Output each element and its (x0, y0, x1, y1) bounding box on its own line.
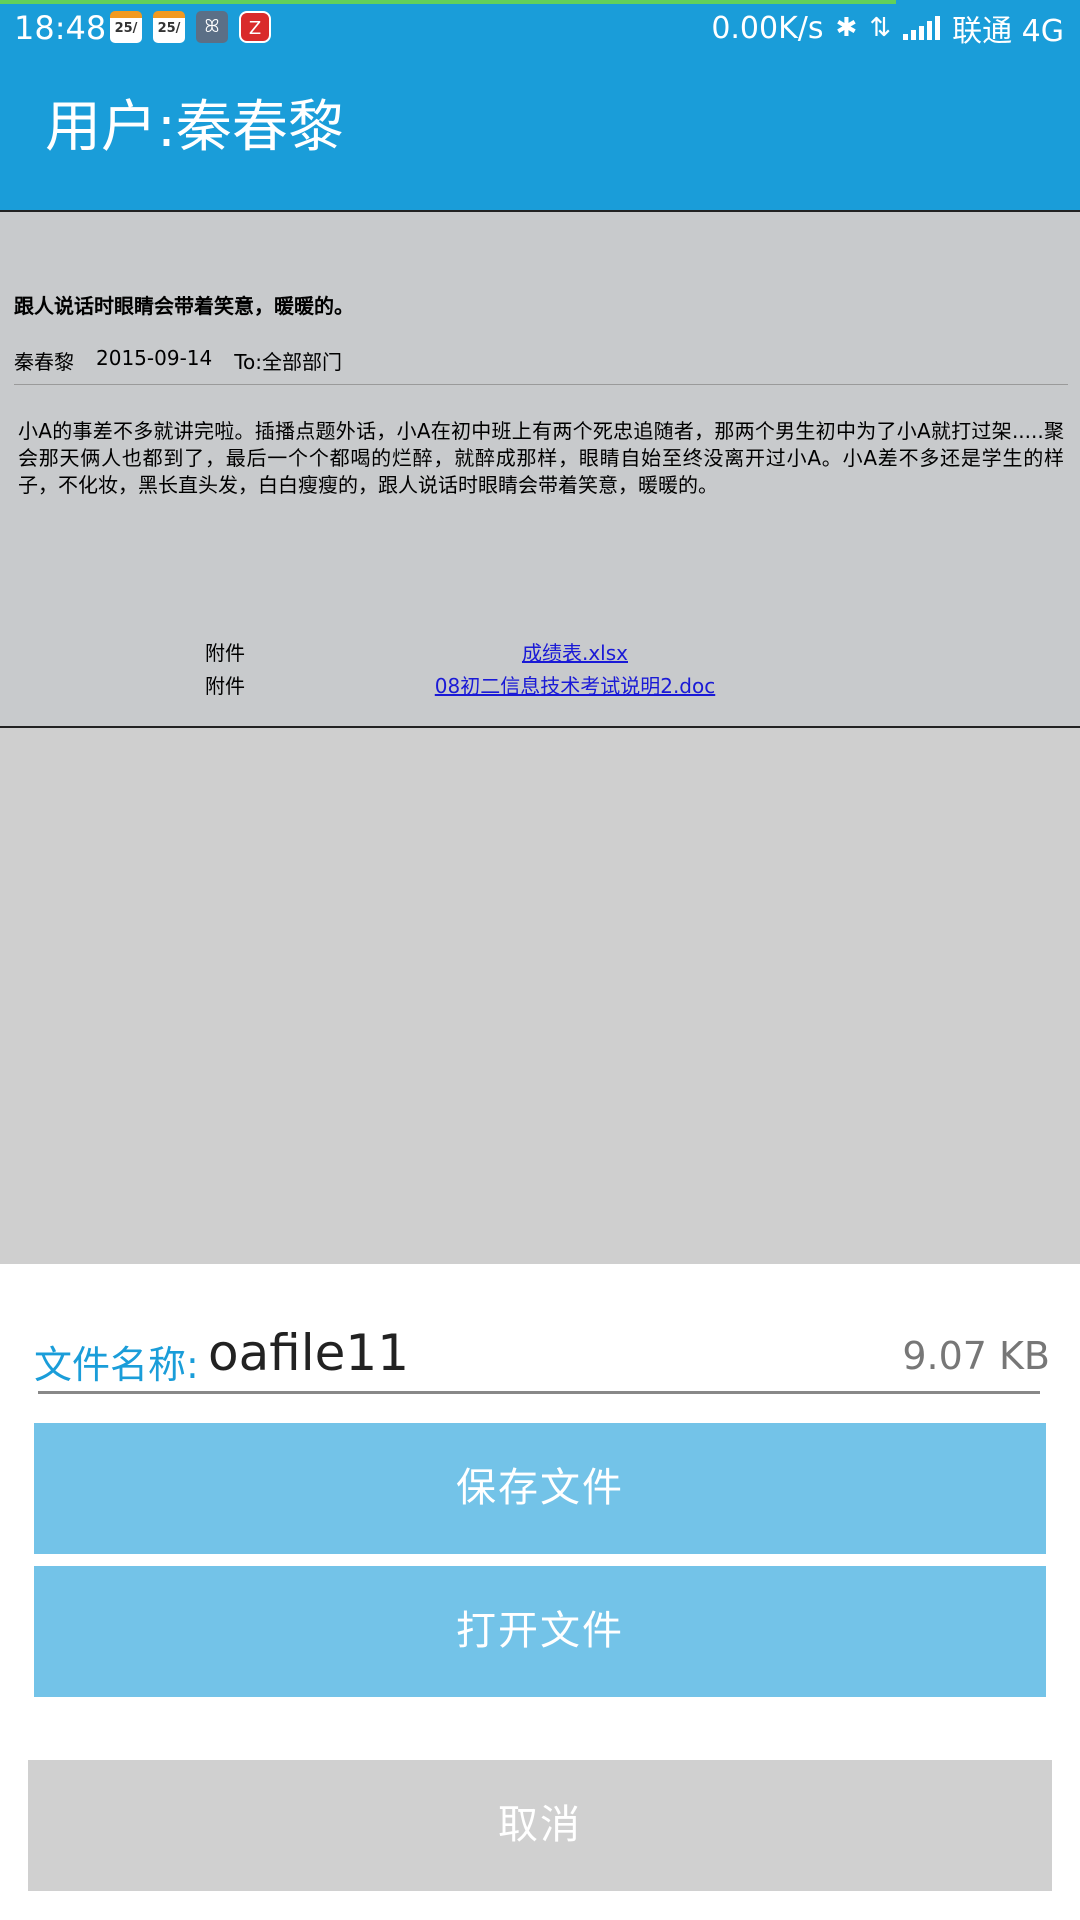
attachment-row: 附件 08初二信息技术考试说明2.doc (0, 670, 1080, 700)
status-time: 18:48 (14, 9, 107, 47)
page-load-progress-bar (0, 0, 897, 4)
attachment-label: 附件 (205, 641, 245, 665)
network-speed: 0.00K/s (711, 10, 824, 46)
screen: 18:48 25/ 25/ ꕤ Z 0.00K/s ✱ ⇅ 联通 4G 用户:秦… (0, 0, 1080, 1920)
divider (14, 384, 1068, 385)
signal-strength-icon (903, 16, 941, 40)
cancel-button[interactable]: 取消 (28, 1760, 1052, 1891)
file-action-sheet: 文件名称: oafile11 9.07 KB 保存文件 打开文件 取消 (0, 1264, 1080, 1920)
save-file-button[interactable]: 保存文件 (34, 1423, 1046, 1554)
post-meta: 秦春黎 2015-09-14 To:全部部门 (14, 346, 342, 375)
carrier-label: 联通 4G (952, 14, 1064, 49)
data-transfer-icon: ⇅ (869, 13, 892, 43)
file-name-value: oafile11 (208, 1324, 410, 1382)
calendar-notification-icon: 25/ (153, 11, 185, 43)
zhi-notification-icon: Z (239, 11, 271, 43)
page-title: 用户:秦春黎 (45, 95, 344, 160)
attachment-link[interactable]: 成绩表.xlsx (320, 637, 830, 666)
calendar-notification-icon: 25/ (110, 11, 142, 43)
attachment-row: 附件 成绩表.xlsx (0, 637, 1080, 667)
post-title: 跟人说话时眼睛会带着笑意，暖暖的。 (14, 294, 354, 318)
status-indicators: 0.00K/s ✱ ⇅ 联通 4G (711, 8, 1064, 50)
status-bar: 18:48 25/ 25/ ꕤ Z 0.00K/s ✱ ⇅ 联通 4G (0, 0, 1080, 60)
post-body: 小A的事差不多就讲完啦。插播点题外话，小A在初中班上有两个死忠追随者，那两个男生… (18, 419, 1064, 497)
open-file-button[interactable]: 打开文件 (34, 1566, 1046, 1697)
post-author: 秦春黎 (14, 350, 74, 374)
post-recipients: To:全部部门 (234, 350, 343, 374)
app-notification-icon: ꕤ (196, 11, 228, 43)
file-size: 9.07 KB (902, 1334, 1050, 1378)
bluetooth-icon: ✱ (835, 13, 858, 43)
app-bar: 用户:秦春黎 (0, 60, 1080, 210)
post-date: 2015-09-14 (96, 346, 213, 370)
attachment-label: 附件 (205, 674, 245, 698)
divider (38, 1391, 1040, 1394)
attachment-link[interactable]: 08初二信息技术考试说明2.doc (320, 670, 830, 699)
post-content: 跟人说话时眼睛会带着笑意，暖暖的。 秦春黎 2015-09-14 To:全部部门… (0, 210, 1080, 728)
file-name-label: 文件名称: (34, 1343, 199, 1387)
